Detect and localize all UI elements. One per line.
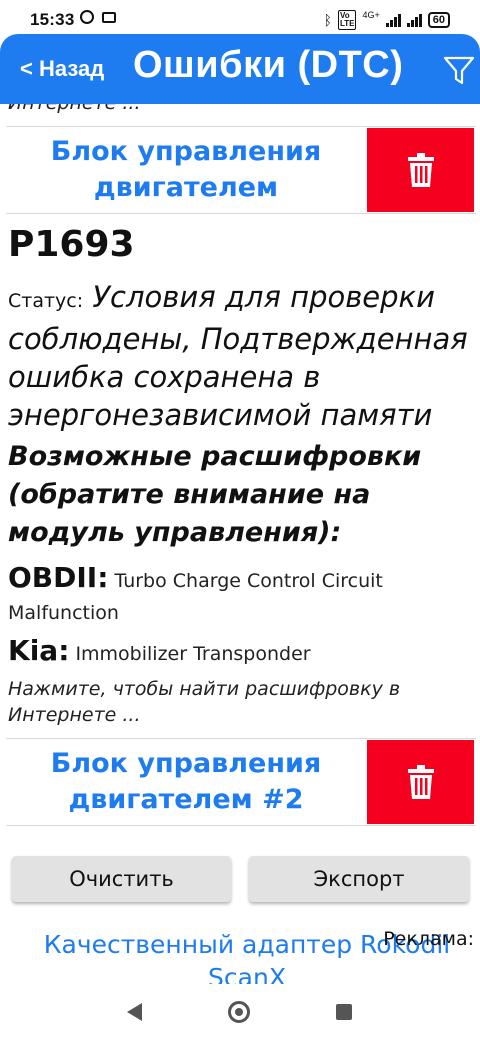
ecu-row: Блок управления двигателем #2: [0, 740, 480, 824]
decode-brand: Kia:: [8, 634, 70, 667]
divider: [6, 213, 476, 214]
trash-icon: [407, 153, 434, 187]
divider: [6, 825, 476, 826]
decode-brand: OBDII:: [8, 561, 109, 594]
search-hint-previous[interactable]: Интернете ...: [8, 104, 140, 114]
ecu-name[interactable]: Блок управления двигателем: [0, 128, 372, 212]
battery-level: 60: [432, 14, 445, 26]
status-time: 15:33: [30, 10, 75, 29]
dtc-code: P1693: [8, 224, 135, 265]
divider: [6, 738, 476, 739]
nav-back-icon[interactable]: [127, 1003, 142, 1021]
possible-decodes-header: Возможные расшифровки (обратите внимание…: [8, 441, 422, 548]
nav-home-icon[interactable]: [228, 1001, 250, 1023]
decode-text: Immobilizer Transponder: [75, 643, 311, 665]
export-button[interactable]: Экспорт: [249, 856, 469, 902]
clear-button[interactable]: Очистить: [12, 856, 231, 902]
ad-label: Реклама:: [383, 928, 474, 950]
decode-kia: Kia: Immobilizer Transponder: [8, 635, 473, 670]
network-type: 4G+: [362, 10, 380, 20]
dtc-status: Статус: Условия для проверки соблюдены, …: [8, 278, 473, 434]
battery-icon: 60: [427, 12, 450, 28]
volte-icon: Vo LTE: [337, 10, 357, 30]
ecu-row: Блок управления двигателем: [0, 128, 480, 212]
divider: [6, 126, 476, 127]
nav-recent-icon[interactable]: [336, 1004, 352, 1020]
system-nav-bar: [0, 990, 480, 1041]
search-hint[interactable]: Нажмите, чтобы найти расшифровку в Интер…: [8, 676, 473, 728]
back-button[interactable]: < Назад: [20, 56, 104, 82]
trash-icon: [407, 765, 434, 799]
signal-icon: [385, 13, 401, 27]
app-bar: < Назад Ошибки (DTC): [0, 34, 480, 104]
decode-obdii: OBDII: Turbo Charge Control Circuit Malf…: [8, 562, 473, 629]
page-title: Ошибки (DTC): [133, 44, 404, 86]
status-label: Статус:: [8, 290, 84, 312]
alarm-icon: [80, 10, 94, 24]
delete-button[interactable]: [367, 128, 474, 212]
ecu-name[interactable]: Блок управления двигателем #2: [0, 740, 372, 824]
signal-icon-2: [406, 13, 422, 27]
bluetooth-icon: ᛒ: [323, 12, 332, 28]
filter-icon[interactable]: [442, 54, 476, 92]
message-icon: [102, 11, 116, 23]
dtc-list[interactable]: Интернете ... Блок управления двигателем…: [0, 104, 480, 850]
delete-button[interactable]: [367, 740, 474, 824]
